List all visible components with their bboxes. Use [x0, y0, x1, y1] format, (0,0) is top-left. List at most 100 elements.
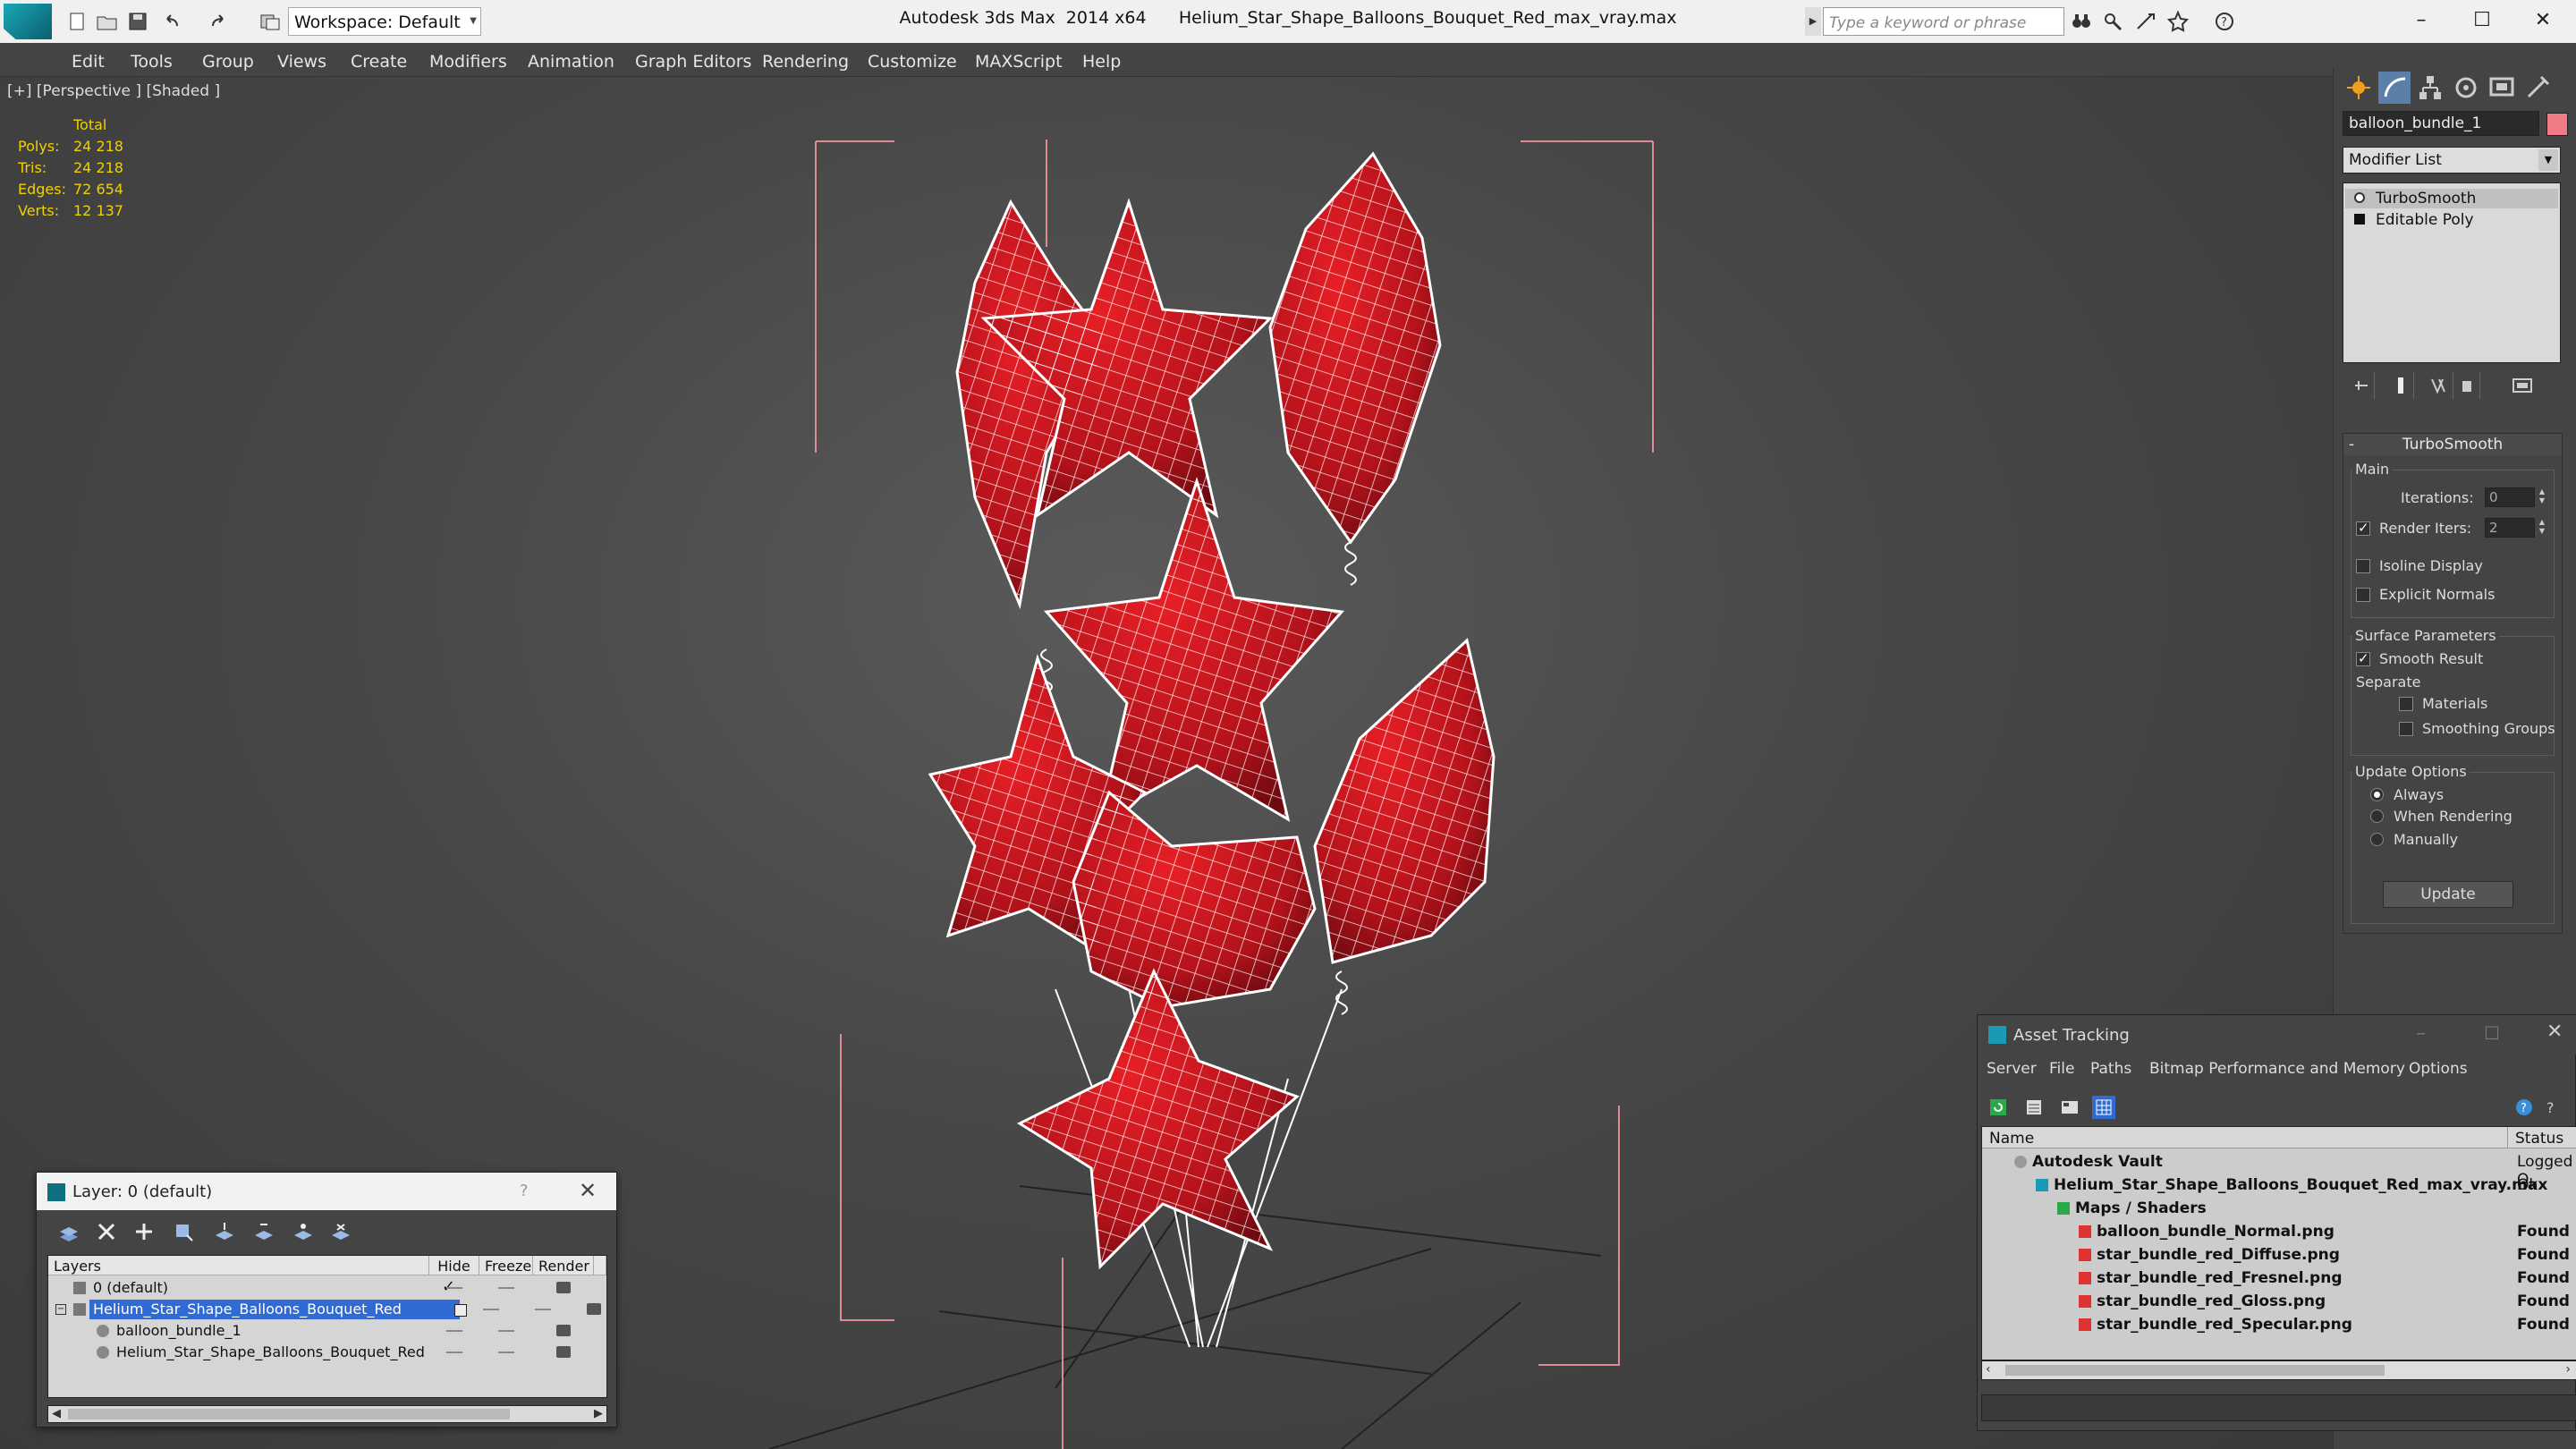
asset-row[interactable]: star_bundle_red_Fresnel.png Found [1982, 1267, 2576, 1290]
layer-row[interactable]: 0 (default) ✓ [48, 1277, 606, 1299]
communication-center-icon[interactable] [2134, 11, 2157, 32]
rollout-header[interactable]: - TurboSmooth [2343, 434, 2562, 455]
asset-window-titlebar[interactable]: Asset Tracking – ☐ ✕ [1978, 1015, 2576, 1055]
materials-checkbox[interactable] [2399, 697, 2413, 711]
asset-row[interactable]: Maps / Shaders [1982, 1197, 2576, 1220]
minimize-button[interactable]: – [2401, 5, 2442, 36]
layer-row[interactable]: − Helium_Star_Shape_Balloons_Bouquet_Red [48, 1299, 606, 1320]
highlight-selected-icon[interactable] [251, 1219, 276, 1244]
asset-row[interactable]: Autodesk Vault Logged O [1982, 1150, 2576, 1189]
layer-window-titlebar[interactable]: Layer: 0 (default) ? ✕ [37, 1173, 616, 1210]
spinner-arrows-icon[interactable]: ▲ ▼ [2537, 518, 2547, 538]
render-iters-spinner[interactable]: 2 [2485, 518, 2535, 538]
close-button[interactable]: ✕ [2522, 5, 2563, 36]
scroll-right-icon[interactable]: › [2565, 1362, 2571, 1377]
menu-animation[interactable]: Animation [528, 52, 614, 72]
asset-row[interactable]: star_bundle_red_Gloss.png Found [1982, 1290, 2576, 1313]
iterations-spinner[interactable]: 0 [2485, 487, 2535, 507]
add-to-layer-icon[interactable] [171, 1219, 196, 1244]
hide-all-layers-icon[interactable] [291, 1219, 316, 1244]
help-icon[interactable]: ? [2213, 11, 2236, 32]
render-iters-checkbox[interactable] [2356, 520, 2370, 536]
isoline-display-checkbox[interactable] [2356, 559, 2370, 573]
binoculars-icon[interactable] [2070, 11, 2093, 32]
asset-row[interactable]: star_bundle_red_Specular.png Found [1982, 1313, 2576, 1336]
asset-table[interactable]: Name Status Autodesk Vault Logged O Heli… [1981, 1126, 2576, 1360]
freeze-toggle[interactable] [498, 1352, 514, 1353]
render-toggle-icon[interactable] [587, 1303, 601, 1315]
menu-bitmap-performance[interactable]: Bitmap Performance and Memory [2149, 1060, 2405, 1078]
active-layer-box[interactable] [454, 1304, 467, 1317]
object-name-field[interactable]: balloon_bundle_1 [2343, 111, 2539, 136]
select-in-layer-icon[interactable] [212, 1219, 237, 1244]
lightbulb-icon[interactable] [2354, 192, 2365, 203]
modifier-stack[interactable]: TurboSmooth Editable Poly [2343, 182, 2561, 363]
menu-graph-editors[interactable]: Graph Editors [635, 52, 751, 72]
column-header-more[interactable] [594, 1256, 606, 1275]
menu-views[interactable]: Views [277, 52, 326, 72]
utilities-tab-icon[interactable] [2521, 72, 2554, 104]
menu-paths[interactable]: Paths [2090, 1060, 2131, 1078]
delete-layer-icon[interactable] [94, 1219, 119, 1244]
maximize-button[interactable]: ☐ [2462, 5, 2503, 36]
scroll-right-icon[interactable]: ▶ [594, 1407, 603, 1420]
render-toggle-icon[interactable] [556, 1346, 571, 1358]
help-button[interactable]: ? [520, 1182, 529, 1200]
menu-tools[interactable]: Tools [131, 52, 173, 72]
asset-row[interactable]: Helium_Star_Shape_Balloons_Bouquet_Red_m… [1982, 1174, 2576, 1197]
menu-maxscript[interactable]: MAXScript [975, 52, 1063, 72]
menu-server[interactable]: Server [1987, 1060, 2037, 1078]
update-button[interactable]: Update [2383, 881, 2513, 908]
menu-customize[interactable]: Customize [868, 52, 957, 72]
menu-options[interactable]: Options [2409, 1060, 2468, 1078]
search-input[interactable]: Type a keyword or phrase [1823, 7, 2064, 36]
object-color-swatch[interactable] [2546, 113, 2568, 136]
close-button[interactable]: ✕ [579, 1178, 597, 1203]
pin-stack-icon[interactable] [2348, 372, 2375, 399]
scrollbar-thumb[interactable] [68, 1409, 510, 1419]
column-header-status[interactable]: Status [2508, 1127, 2576, 1148]
always-radio[interactable] [2370, 788, 2384, 801]
asset-row[interactable]: star_bundle_red_Diffuse.png Found [1982, 1243, 2576, 1267]
hide-toggle[interactable] [446, 1287, 462, 1289]
layer-row[interactable]: balloon_bundle_1 [48, 1320, 606, 1342]
manually-radio[interactable] [2370, 833, 2384, 846]
explicit-normals-checkbox[interactable] [2356, 588, 2370, 602]
hierarchy-tab-icon[interactable] [2414, 72, 2446, 104]
column-header-hide[interactable]: Hide [429, 1256, 479, 1275]
help-icon[interactable]: ? [2512, 1096, 2536, 1119]
stack-item-turbosmooth[interactable]: TurboSmooth [2345, 189, 2558, 208]
configure-modifier-sets-icon[interactable] [2509, 372, 2536, 399]
menu-rendering[interactable]: Rendering [762, 52, 849, 72]
display-tab-icon[interactable] [2486, 72, 2518, 104]
remove-modifier-icon[interactable] [2453, 372, 2480, 399]
freeze-toggle[interactable] [535, 1309, 551, 1310]
layer-row[interactable]: Helium_Star_Shape_Balloons_Bouquet_Red [48, 1342, 606, 1363]
freeze-toggle[interactable] [498, 1330, 514, 1332]
create-layer-icon[interactable] [131, 1219, 157, 1244]
show-end-result-icon[interactable] [2387, 372, 2414, 399]
search-expand-icon[interactable]: ▶ [1805, 7, 1821, 36]
menu-help[interactable]: Help [1082, 52, 1121, 72]
column-header-freeze[interactable]: Freeze [479, 1256, 533, 1275]
expand-plus-icon[interactable] [2354, 214, 2365, 225]
menu-edit[interactable]: Edit [72, 52, 105, 72]
list-view-icon[interactable] [2022, 1096, 2046, 1119]
menu-file[interactable]: File [2049, 1060, 2074, 1078]
minimize-button[interactable]: – [2416, 1022, 2426, 1045]
hide-toggle[interactable] [446, 1330, 462, 1332]
scrollbar-thumb[interactable] [2005, 1365, 2385, 1376]
when-rendering-radio[interactable] [2370, 809, 2384, 823]
layer-table[interactable]: Layers Hide Freeze Render 0 (default) ✓ … [47, 1255, 607, 1398]
modify-tab-icon[interactable] [2378, 72, 2411, 104]
viewport-label[interactable]: [+] [Perspective ] [Shaded ] [7, 82, 220, 100]
stack-item-editable-poly[interactable]: Editable Poly [2345, 210, 2558, 230]
favorites-star-icon[interactable] [2166, 10, 2190, 32]
create-tab-icon[interactable] [2343, 72, 2375, 104]
modifier-list-dropdown[interactable]: Modifier List ▼ [2343, 147, 2561, 174]
context-help-icon[interactable]: ? [2541, 1096, 2564, 1119]
make-unique-icon[interactable] [2427, 372, 2453, 399]
column-header-render[interactable]: Render [533, 1256, 594, 1275]
subscription-key-icon[interactable] [2102, 11, 2125, 32]
layer-settings-icon[interactable] [56, 1219, 81, 1244]
